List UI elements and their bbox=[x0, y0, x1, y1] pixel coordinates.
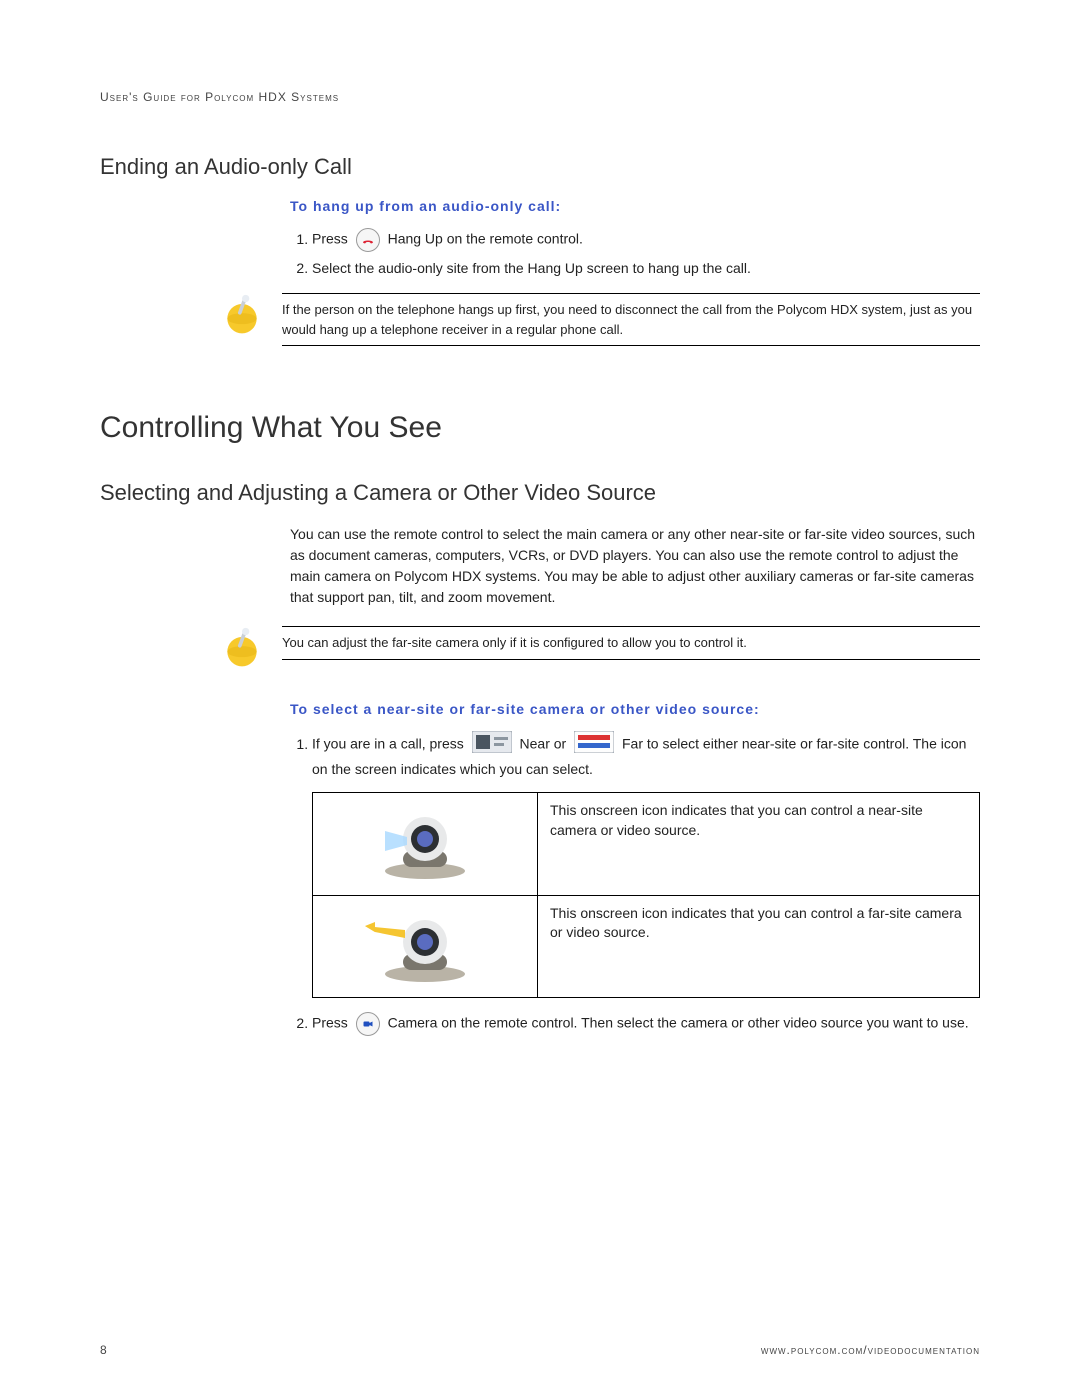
task-select-camera: To select a near-site or far-site camera… bbox=[290, 701, 980, 717]
task-hang-up: To hang up from an audio-only call: bbox=[290, 198, 980, 214]
para-intro: You can use the remote control to select… bbox=[290, 524, 980, 608]
table-desc-far: This onscreen icon indicates that you ca… bbox=[538, 895, 980, 998]
heading-ending-call: Ending an Audio-only Call bbox=[100, 154, 980, 180]
step-1-post: Hang Up on the remote control. bbox=[388, 231, 583, 247]
heading-controlling: Controlling What You See bbox=[100, 411, 980, 445]
table-row: This onscreen icon indicates that you ca… bbox=[313, 793, 980, 896]
step-sel-2-post: Camera on the remote control. Then selec… bbox=[388, 1015, 969, 1031]
table-desc-near: This onscreen icon indicates that you ca… bbox=[538, 793, 980, 896]
camera-icon-table: This onscreen icon indicates that you ca… bbox=[312, 792, 980, 998]
note-far-site: You can adjust the far-site camera only … bbox=[282, 626, 980, 660]
note-hang-up: If the person on the telephone hangs up … bbox=[282, 293, 980, 346]
far-button-icon bbox=[574, 731, 614, 759]
step-sel-2: Press Camera on the remote control. Then… bbox=[312, 1012, 980, 1036]
steps-hang-up: Press Hang Up on the remote control. Sel… bbox=[290, 228, 980, 279]
step-sel-1-near: Near or bbox=[520, 736, 571, 752]
steps-select-camera: If you are in a call, press Near or Far … bbox=[290, 731, 980, 1036]
step-2: Select the audio-only site from the Hang… bbox=[312, 258, 980, 279]
step-sel-2-pre: Press bbox=[312, 1015, 352, 1031]
hangup-button-icon bbox=[356, 228, 380, 252]
camera-button-icon bbox=[356, 1012, 380, 1036]
heading-selecting-camera: Selecting and Adjusting a Camera or Othe… bbox=[100, 480, 980, 506]
step-1: Press Hang Up on the remote control. bbox=[312, 228, 980, 252]
pin-note-icon bbox=[220, 626, 264, 673]
near-button-icon bbox=[472, 731, 512, 759]
table-row: This onscreen icon indicates that you ca… bbox=[313, 895, 980, 998]
page-number: 8 bbox=[100, 1343, 108, 1357]
pin-note-icon bbox=[220, 293, 264, 340]
camera-near-icon bbox=[313, 793, 538, 896]
step-1-pre: Press bbox=[312, 231, 352, 247]
running-header: User's Guide for Polycom HDX Systems bbox=[100, 90, 980, 104]
footer-url: www.polycom.com/videodocumentation bbox=[761, 1343, 980, 1357]
step-sel-1-pre: If you are in a call, press bbox=[312, 736, 468, 752]
camera-far-icon bbox=[313, 895, 538, 998]
step-sel-1: If you are in a call, press Near or Far … bbox=[312, 731, 980, 998]
